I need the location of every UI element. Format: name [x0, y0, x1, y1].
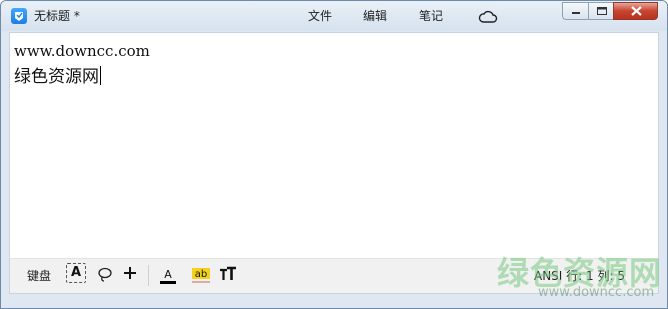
maximize-icon	[597, 7, 607, 15]
title-bar[interactable]: 无标题 * 文件 编辑 笔记	[1, 1, 667, 31]
app-window: 无标题 * 文件 编辑 笔记 www.downcc.com 绿色资源网 键盘 A…	[0, 0, 668, 309]
highlight-icon[interactable]: ab	[191, 265, 211, 285]
text-size-icon[interactable]	[219, 265, 237, 283]
font-color-icon[interactable]: A	[159, 266, 177, 286]
font-button[interactable]: A	[66, 263, 86, 283]
window-title: 无标题 *	[34, 9, 80, 23]
font-label: A	[70, 265, 82, 280]
text-editor[interactable]: www.downcc.com 绿色资源网	[9, 32, 659, 258]
lasso-icon[interactable]	[96, 266, 114, 284]
menu-file[interactable]: 文件	[308, 8, 332, 24]
close-button[interactable]	[613, 2, 658, 20]
app-notebook-icon	[11, 8, 27, 24]
close-icon	[631, 6, 642, 16]
highlight-label: ab	[195, 269, 207, 280]
toolbar-divider	[148, 265, 149, 286]
editor-line-1: www.downcc.com	[14, 42, 150, 60]
menu-notes[interactable]: 笔记	[419, 8, 443, 24]
editor-line-2: 绿色资源网	[14, 66, 101, 87]
plus-icon[interactable]	[122, 265, 138, 281]
maximize-button[interactable]	[588, 2, 614, 20]
minimize-icon	[572, 12, 580, 14]
keyboard-button[interactable]: 键盘	[27, 268, 51, 284]
menu-edit[interactable]: 编辑	[363, 8, 387, 24]
cloud-icon[interactable]	[478, 9, 498, 23]
minimize-button[interactable]	[562, 2, 589, 20]
editor-line-2-text: 绿色资源网	[14, 67, 99, 87]
svg-text:A: A	[164, 268, 172, 281]
watermark-url: www.downcc.com	[538, 285, 655, 300]
text-caret	[100, 66, 101, 85]
